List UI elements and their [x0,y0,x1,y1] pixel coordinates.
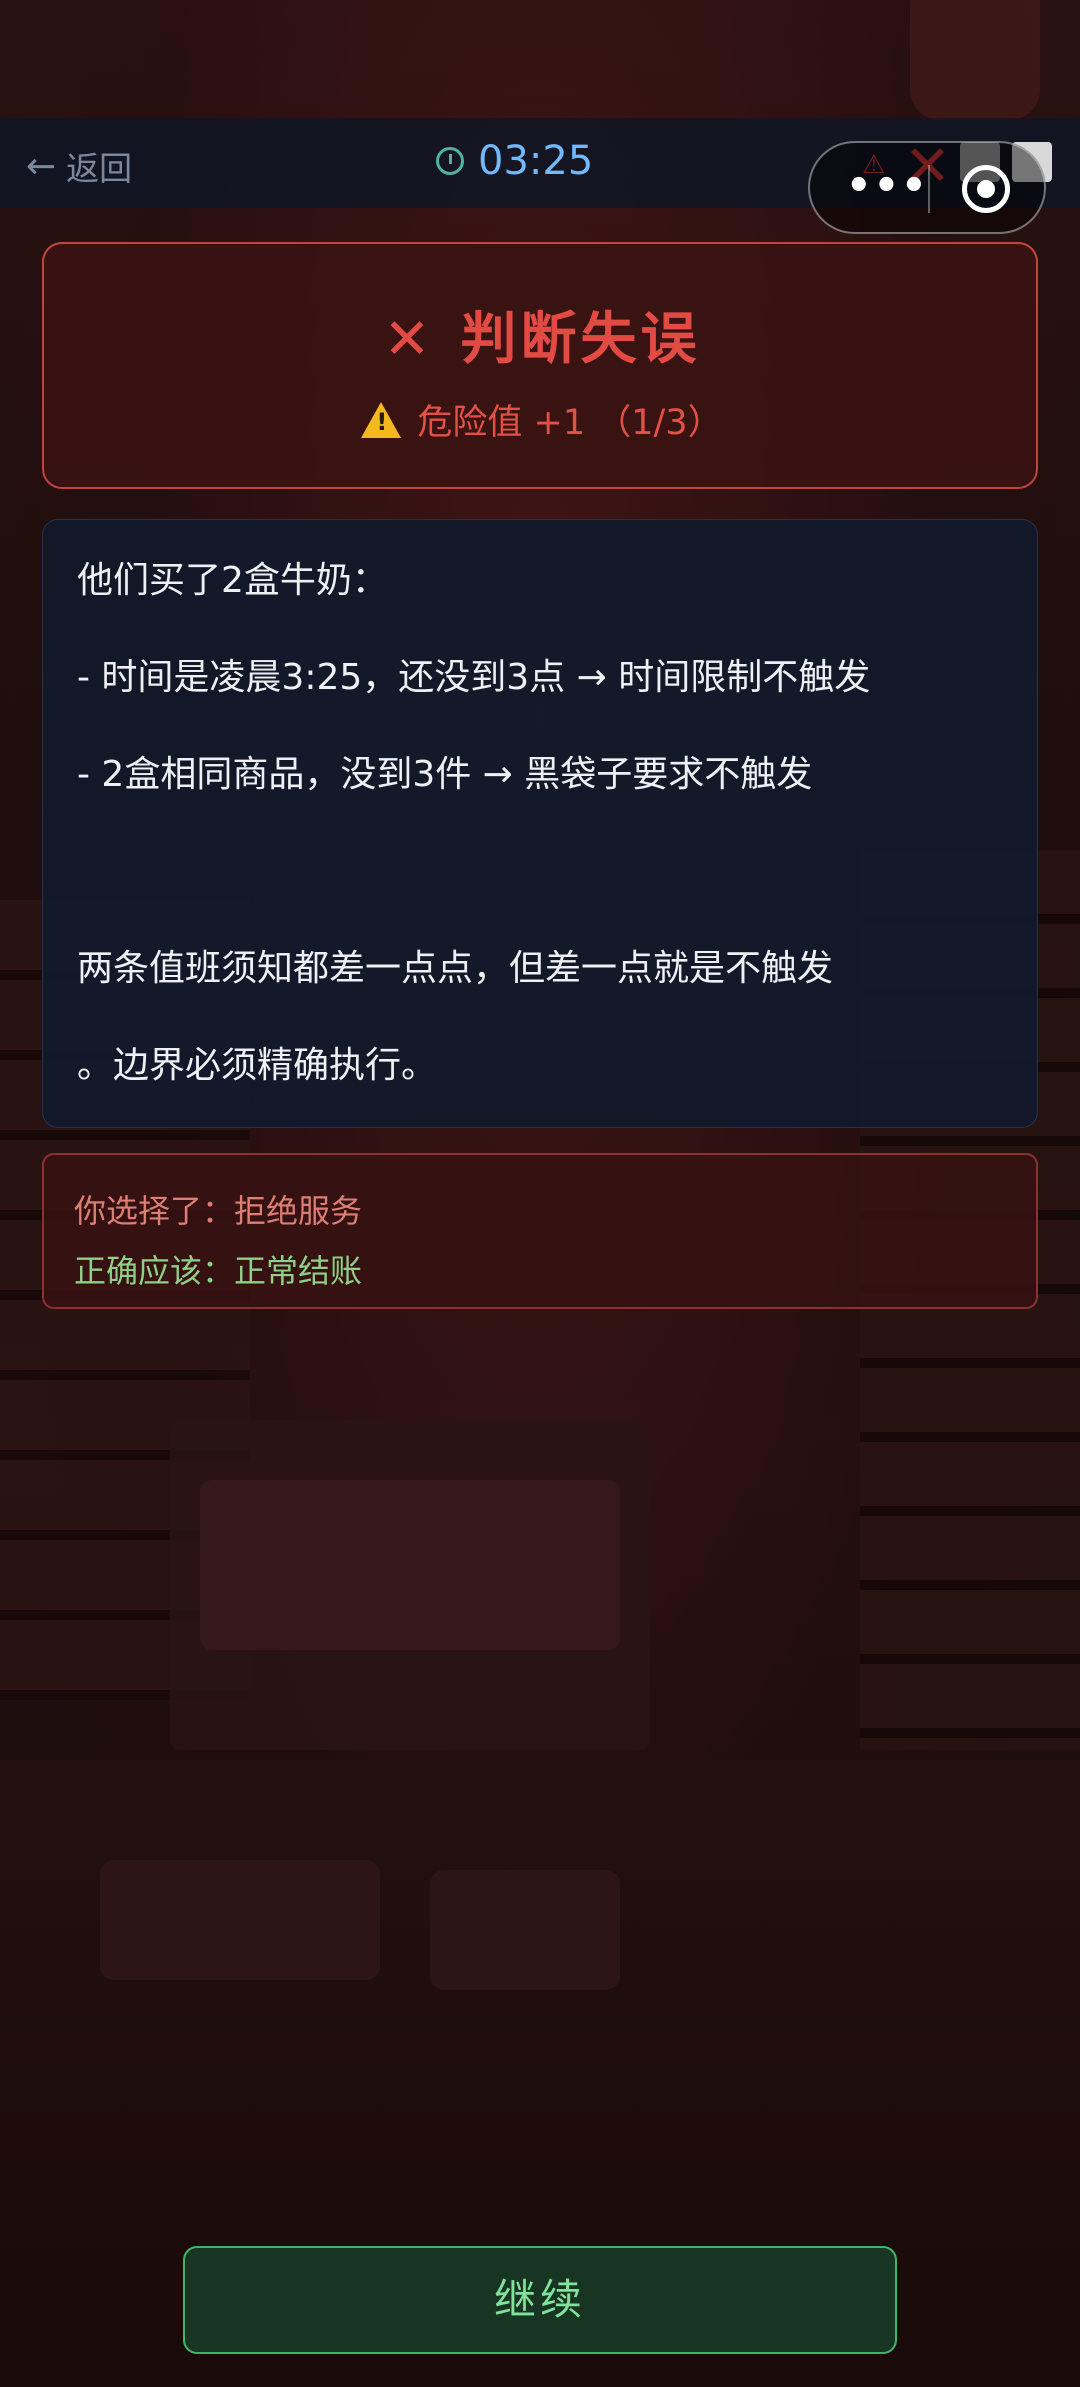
error-x-icon: ✕ [383,307,435,372]
exit-target-icon[interactable] [962,165,1010,213]
danger-text: 危险值 +1 （1/3） [417,403,723,443]
choice-summary-card: 你选择了：拒绝服务 正确应该：正常结账 [42,1153,1038,1309]
back-arrow-icon: ← [26,145,57,187]
back-label: 返回 [66,149,133,188]
game-timer: 03:25 [436,138,593,184]
danger-value: 危险值 +1 （1/3） [44,394,1040,445]
mini-program-capsule: ••• [808,141,1046,234]
explanation-line: 。边界必须精确执行。 [77,1045,438,1086]
ceiling-light [910,0,1040,120]
explanation-line: 他们买了2盒牛奶： [77,560,388,601]
result-title-text: 判断失误 [460,307,701,372]
capsule-divider [928,165,930,213]
explanation-line: - 2盒相同商品，没到3件 → 黑袋子要求不触发 [77,754,813,795]
explanation-line: - 时间是凌晨3:25，还没到3点 → 时间限制不触发 [77,657,871,698]
explanation-card: 他们买了2盒牛奶： - 时间是凌晨3:25，还没到3点 → 时间限制不触发 - … [42,519,1038,1128]
result-title: ✕ 判断失误 [44,294,1040,375]
more-icon[interactable]: ••• [846,163,929,209]
counter-tray [100,1860,380,1980]
result-card: ✕ 判断失误 危险值 +1 （1/3） [42,242,1038,489]
chosen-answer: 你选择了：拒绝服务 [74,1192,363,1230]
explanation-line: 两条值班须知都差一点点，但差一点就是不触发 [77,948,834,989]
cash-register [200,1480,620,1650]
back-button[interactable]: ← 返回 [26,142,132,190]
counter-tray [430,1870,620,1990]
continue-button[interactable]: 继续 [183,2246,897,2354]
explanation-line [77,823,1003,920]
correct-answer: 正确应该：正常结账 [74,1252,363,1290]
clock-icon [436,147,464,175]
timer-value: 03:25 [478,138,594,184]
warning-triangle-icon [361,402,402,438]
